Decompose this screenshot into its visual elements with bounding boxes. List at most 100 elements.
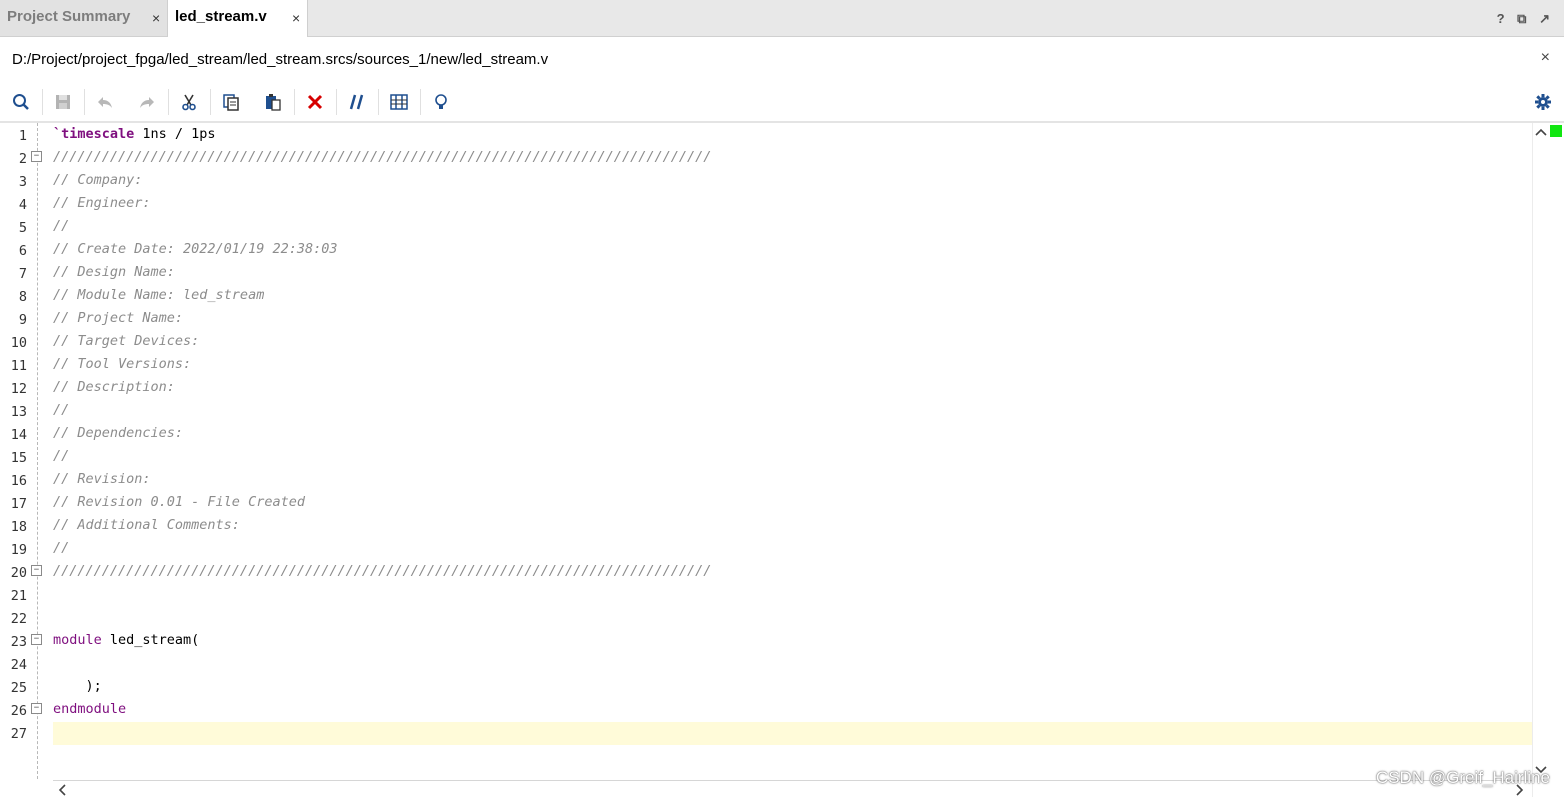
code-text: ); <box>53 678 102 694</box>
code-text: endmodule <box>53 701 126 717</box>
line-number: 5 <box>18 220 27 236</box>
code-text: // Revision: <box>53 471 151 487</box>
paste-icon[interactable] <box>262 91 284 113</box>
delete-icon[interactable] <box>304 91 326 113</box>
line-number: 27 <box>10 726 27 742</box>
line-number: 24 <box>10 657 27 673</box>
line-number: 23 <box>10 634 27 650</box>
code-token: // Dependencies: <box>53 425 184 441</box>
code-line[interactable]: 21 <box>0 583 1532 606</box>
toolbar-separator <box>336 89 337 115</box>
code-token: module <box>53 632 102 648</box>
code-line[interactable]: 17 // Revision 0.01 - File Created <box>0 491 1532 514</box>
code-line[interactable]: 3 // Company: <box>0 169 1532 192</box>
code-line[interactable]: 24 <box>0 652 1532 675</box>
code-token: 1ns / 1ps <box>134 126 216 142</box>
line-number: 17 <box>10 496 27 512</box>
code-line[interactable]: 5 // <box>0 215 1532 238</box>
code-line[interactable]: 22 <box>0 606 1532 629</box>
line-number: 10 <box>10 335 27 351</box>
code-token: // Description: <box>53 379 175 395</box>
code-line[interactable]: 12 // Description: <box>0 376 1532 399</box>
code-token: ////////////////////////////////////////… <box>53 149 712 165</box>
code-text: // Target Devices: <box>53 333 199 349</box>
code-line[interactable]: 14 // Dependencies: <box>0 422 1532 445</box>
tab-bar: Project Summary × led_stream.v × ? ⧉ ↗ <box>0 0 1564 37</box>
vertical-scrollbar[interactable] <box>1532 123 1549 797</box>
code-token: // <box>53 448 70 464</box>
fold-toggle-icon[interactable]: − <box>31 703 42 714</box>
toolbar-separator <box>210 89 211 115</box>
code-text: // Module Name: led_stream <box>53 287 264 303</box>
code-token: // Revision: <box>53 471 151 487</box>
code-text: // Project Name: <box>53 310 183 326</box>
scroll-left-icon[interactable] <box>57 784 67 796</box>
line-number: 16 <box>10 473 27 489</box>
cut-icon[interactable] <box>178 91 200 113</box>
code-line[interactable]: 15 // <box>0 445 1532 468</box>
float-icon[interactable]: ↗ <box>1539 11 1550 26</box>
line-number: 26 <box>10 703 27 719</box>
code-line[interactable]: 16 // Revision: <box>0 468 1532 491</box>
code-text: ////////////////////////////////////////… <box>53 563 711 579</box>
code-line[interactable]: 23− module led_stream( <box>0 629 1532 652</box>
horizontal-scrollbar[interactable] <box>53 780 1532 798</box>
code-text: // Create Date: 2022/01/19 22:38:03 <box>53 241 337 257</box>
restore-icon[interactable]: ⧉ <box>1517 11 1526 26</box>
code-line[interactable]: 4 // Engineer: <box>0 192 1532 215</box>
tab-label: led_stream.v <box>175 8 267 25</box>
search-icon[interactable] <box>10 91 32 113</box>
code-text: // Design Name: <box>53 264 175 280</box>
copy-icon[interactable] <box>220 91 242 113</box>
code-text: // Tool Versions: <box>53 356 191 372</box>
settings-icon[interactable] <box>1532 91 1554 113</box>
close-icon[interactable]: × <box>292 10 300 26</box>
toolbar-separator <box>378 89 379 115</box>
code-token: // Tool Versions: <box>53 356 192 372</box>
redo-icon[interactable] <box>136 91 158 113</box>
code-line[interactable]: 20−/////////////////////////////////////… <box>0 560 1532 583</box>
close-icon[interactable]: × <box>1541 49 1550 67</box>
save-icon[interactable] <box>52 91 74 113</box>
lightbulb-icon[interactable] <box>430 91 452 113</box>
code-line[interactable]: 25 ); <box>0 675 1532 698</box>
fold-toggle-icon[interactable]: − <box>31 634 42 645</box>
code-line[interactable]: 6 // Create Date: 2022/01/19 22:38:03 <box>0 238 1532 261</box>
close-icon[interactable]: × <box>152 10 160 26</box>
file-path: D:/Project/project_fpga/led_stream/led_s… <box>12 51 549 68</box>
code-line[interactable]: 10 // Target Devices: <box>0 330 1532 353</box>
line-number: 21 <box>10 588 27 604</box>
code-line[interactable]: 7 // Design Name: <box>0 261 1532 284</box>
code-line[interactable]: 18 // Additional Comments: <box>0 514 1532 537</box>
code-token: led_stream( <box>101 632 200 648</box>
line-number: 4 <box>18 197 27 213</box>
toolbar-separator <box>42 89 43 115</box>
tab-led-stream[interactable]: led_stream.v × <box>168 0 308 37</box>
code-line[interactable]: 13 // <box>0 399 1532 422</box>
columns-icon[interactable] <box>388 91 410 113</box>
line-number: 2 <box>18 151 27 167</box>
comment-icon[interactable] <box>346 91 368 113</box>
line-number: 9 <box>18 312 27 328</box>
fold-toggle-icon[interactable]: − <box>31 151 42 162</box>
code-text: ////////////////////////////////////////… <box>53 149 711 165</box>
code-line[interactable]: 1 `timescale 1ns / 1ps <box>0 123 1532 146</box>
code-line[interactable]: 2−//////////////////////////////////////… <box>0 146 1532 169</box>
code-line[interactable]: 9 // Project Name: <box>0 307 1532 330</box>
code-line[interactable]: 27 <box>0 721 1532 744</box>
code-token: // Target Devices: <box>53 333 200 349</box>
fold-toggle-icon[interactable]: − <box>31 565 42 576</box>
code-line[interactable]: 11 // Tool Versions: <box>0 353 1532 376</box>
undo-icon[interactable] <box>94 91 116 113</box>
code-text: // <box>53 540 69 556</box>
toolbar-separator <box>420 89 421 115</box>
code-line[interactable]: 26− endmodule <box>0 698 1532 721</box>
scroll-up-icon[interactable] <box>1535 127 1547 137</box>
code-editor[interactable]: 1 `timescale 1ns / 1ps 2−/////////////////… <box>0 123 1532 779</box>
toolbar-separator <box>168 89 169 115</box>
code-line[interactable]: 8 // Module Name: led_stream <box>0 284 1532 307</box>
tab-project-summary[interactable]: Project Summary × <box>0 0 168 36</box>
code-line[interactable]: 19 // <box>0 537 1532 560</box>
line-number: 6 <box>18 243 27 259</box>
help-icon[interactable]: ? <box>1497 11 1505 26</box>
